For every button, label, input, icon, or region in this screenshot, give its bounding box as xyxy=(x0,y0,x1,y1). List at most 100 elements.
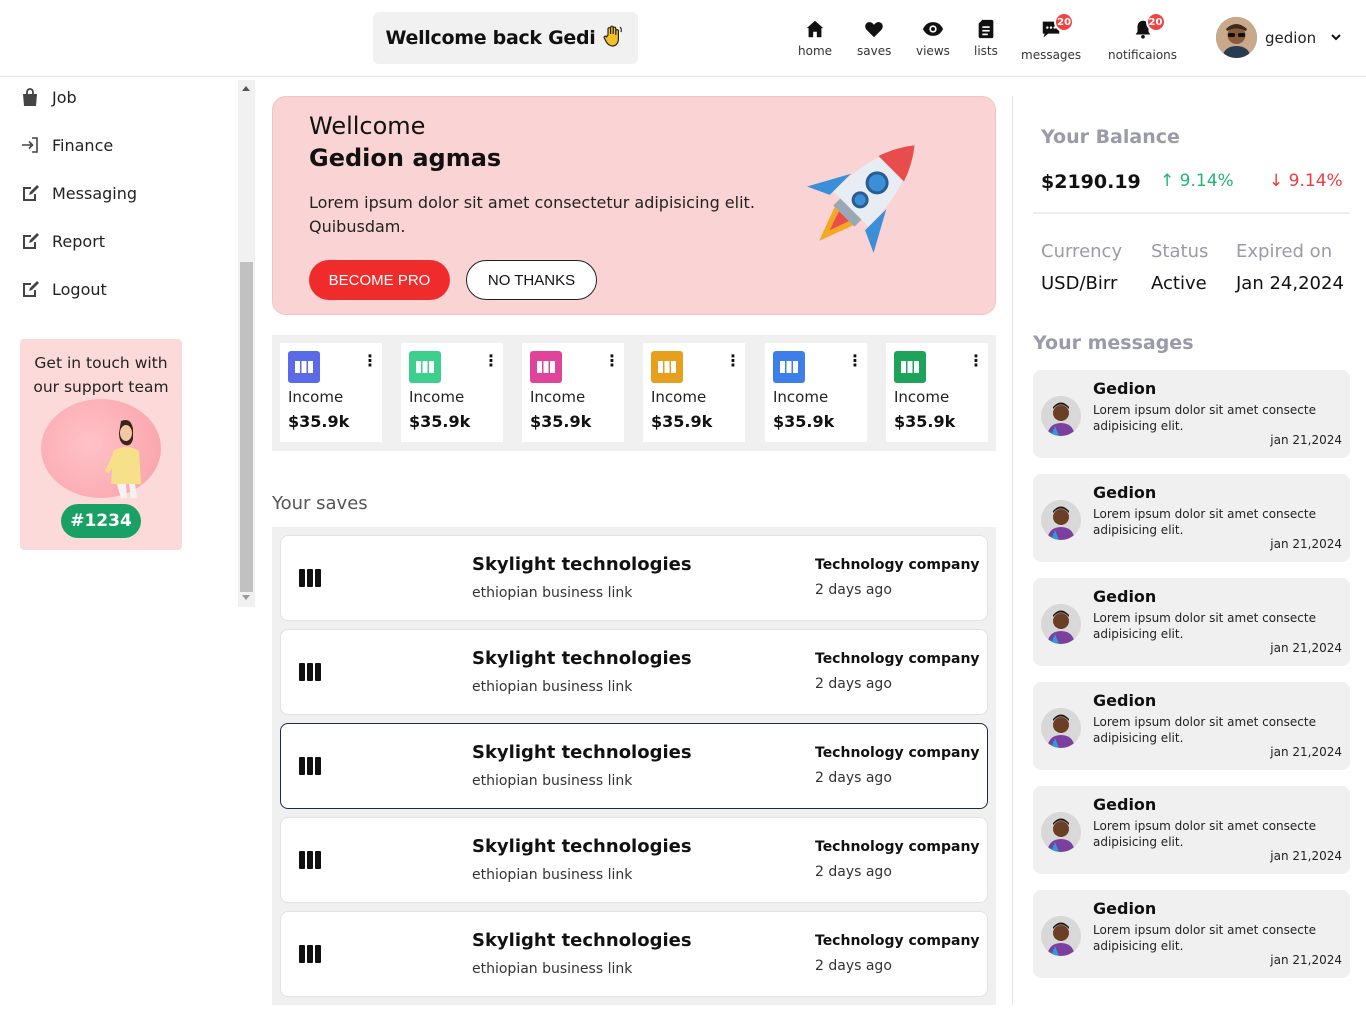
company-category: Technology company xyxy=(815,745,980,761)
promo-greeting: Wellcome xyxy=(309,112,426,140)
stat-card[interactable]: ⋮ Income $35.9k xyxy=(401,343,503,442)
nav-label: notificaions xyxy=(1108,48,1178,62)
messages-title: Your messages xyxy=(1033,332,1194,354)
columns-icon xyxy=(409,351,441,383)
sidebar-item-logout[interactable]: Logout xyxy=(20,279,107,299)
message-item[interactable]: Gedion Lorem ipsum dolor sit amet consec… xyxy=(1033,474,1350,562)
nav-views[interactable]: views xyxy=(916,18,950,58)
welcome-text: Wellcome back Gedi xyxy=(385,27,596,49)
more-vertical-icon[interactable]: ⋮ xyxy=(362,353,378,369)
stat-card[interactable]: ⋮ Income $35.9k xyxy=(765,343,867,442)
company-subtitle: ethiopian business link xyxy=(472,867,633,883)
saves-title: Your saves xyxy=(272,493,368,514)
list-icon xyxy=(978,19,994,39)
nav-saves[interactable]: saves xyxy=(857,18,891,58)
arrow-down-icon: ↓ xyxy=(1269,171,1289,191)
promo-text: Lorem ipsum dolor sit amet consectetur a… xyxy=(309,193,755,236)
sidebar-item-job[interactable]: Job xyxy=(20,87,77,107)
sidebar-item-report[interactable]: Report xyxy=(20,231,105,251)
avatar xyxy=(1041,916,1081,956)
promo-banner: Wellcome Gedion agmas Lorem ipsum dolor … xyxy=(272,96,996,315)
message-sender: Gedion xyxy=(1093,795,1157,814)
saved-time: 2 days ago xyxy=(815,958,892,974)
message-item[interactable]: Gedion Lorem ipsum dolor sit amet consec… xyxy=(1033,682,1350,770)
support-card[interactable]: Get in touch with our support team #1234 xyxy=(20,339,182,550)
message-body: Lorem ipsum dolor sit amet consecte adip… xyxy=(1093,507,1316,537)
avatar xyxy=(1041,604,1081,644)
stat-label: Income xyxy=(409,388,465,406)
message-item[interactable]: Gedion Lorem ipsum dolor sit amet consec… xyxy=(1033,578,1350,666)
sidebar-scrollbar[interactable] xyxy=(238,80,255,607)
list-item[interactable]: Skylight technologies ethiopian business… xyxy=(280,723,988,809)
message-body: Lorem ipsum dolor sit amet consecte adip… xyxy=(1093,715,1316,745)
message-sender: Gedion xyxy=(1093,379,1157,398)
message-item[interactable]: Gedion Lorem ipsum dolor sit amet consec… xyxy=(1033,786,1350,874)
nav-label: views xyxy=(916,44,950,58)
nav-messages[interactable]: 20 messages xyxy=(1021,12,1081,62)
user-menu[interactable]: gedion xyxy=(1216,17,1342,58)
income-stats: ⋮ Income $35.9k ⋮ Income $35.9k ⋮ Income… xyxy=(272,335,996,451)
no-thanks-button[interactable]: NO THANKS xyxy=(466,260,597,300)
chevron-down-icon[interactable] xyxy=(1330,28,1342,47)
sidebar-item-label: Job xyxy=(52,87,77,107)
columns-icon xyxy=(299,663,323,681)
list-item[interactable]: Skylight technologies ethiopian business… xyxy=(280,535,988,621)
columns-icon xyxy=(894,351,926,383)
saved-time: 2 days ago xyxy=(815,582,892,598)
avatar xyxy=(1216,17,1257,58)
more-vertical-icon[interactable]: ⋮ xyxy=(604,353,620,369)
nav-home[interactable]: home xyxy=(798,18,832,58)
company-subtitle: ethiopian business link xyxy=(472,773,633,789)
more-vertical-icon[interactable]: ⋮ xyxy=(847,353,863,369)
company-name: Skylight technologies xyxy=(472,930,692,951)
company-name: Skylight technologies xyxy=(472,554,692,575)
nav-label: saves xyxy=(857,44,892,58)
become-pro-button[interactable]: BECOME PRO xyxy=(309,260,450,300)
saved-time: 2 days ago xyxy=(815,770,892,786)
message-body: Lorem ipsum dolor sit amet consecte adip… xyxy=(1093,403,1316,433)
expired-label: Expired on xyxy=(1236,241,1333,262)
stat-label: Income xyxy=(530,388,586,406)
nav-lists[interactable]: lists xyxy=(974,18,998,58)
list-item[interactable]: Skylight technologies ethiopian business… xyxy=(280,911,988,997)
currency-value: USD/Birr xyxy=(1041,273,1118,294)
stat-card[interactable]: ⋮ Income $35.9k xyxy=(522,343,624,442)
eye-icon xyxy=(922,22,944,36)
more-vertical-icon[interactable]: ⋮ xyxy=(968,353,984,369)
columns-icon xyxy=(299,851,323,869)
panel-divider xyxy=(1012,96,1013,1006)
currency-label: Currency xyxy=(1041,241,1123,262)
scrollbar-thumb[interactable] xyxy=(240,262,253,592)
message-body: Lorem ipsum dolor sit amet consecte adip… xyxy=(1093,819,1316,849)
status-label: Status xyxy=(1151,241,1209,262)
support-illustration xyxy=(41,399,161,498)
more-vertical-icon[interactable]: ⋮ xyxy=(725,353,741,369)
support-text: Get in touch with our support team xyxy=(33,354,169,396)
more-vertical-icon[interactable]: ⋮ xyxy=(483,353,499,369)
sidebar-item-messaging[interactable]: Messaging xyxy=(20,183,137,203)
message-date: jan 21,2024 xyxy=(1270,849,1342,863)
message-item[interactable]: Gedion Lorem ipsum dolor sit amet consec… xyxy=(1033,890,1350,978)
sidebar-item-label: Finance xyxy=(52,135,114,155)
nav-notifications[interactable]: 20 notificaions xyxy=(1108,12,1178,62)
stat-card[interactable]: ⋮ Income $35.9k xyxy=(643,343,745,442)
company-category: Technology company xyxy=(815,557,980,573)
heart-icon xyxy=(865,22,883,38)
sidebar-item-finance[interactable]: Finance xyxy=(20,135,113,155)
saved-time: 2 days ago xyxy=(815,676,892,692)
scroll-down-arrow[interactable] xyxy=(242,595,250,600)
stat-card[interactable]: ⋮ Income $35.9k xyxy=(886,343,988,442)
balance-up-value: 9.14% xyxy=(1179,171,1234,191)
list-item[interactable]: Skylight technologies ethiopian business… xyxy=(280,817,988,903)
list-item[interactable]: Skylight technologies ethiopian business… xyxy=(280,629,988,715)
message-item[interactable]: Gedion Lorem ipsum dolor sit amet consec… xyxy=(1033,370,1350,458)
scroll-up-arrow[interactable] xyxy=(242,86,250,91)
stat-card[interactable]: ⋮ Income $35.9k xyxy=(280,343,382,442)
status-value: Active xyxy=(1151,273,1207,294)
avatar xyxy=(1041,396,1081,436)
promo-user-name: Gedion agmas xyxy=(309,144,502,172)
edit-icon xyxy=(23,281,39,297)
columns-icon xyxy=(299,569,323,587)
columns-icon xyxy=(773,351,805,383)
message-sender: Gedion xyxy=(1093,691,1157,710)
